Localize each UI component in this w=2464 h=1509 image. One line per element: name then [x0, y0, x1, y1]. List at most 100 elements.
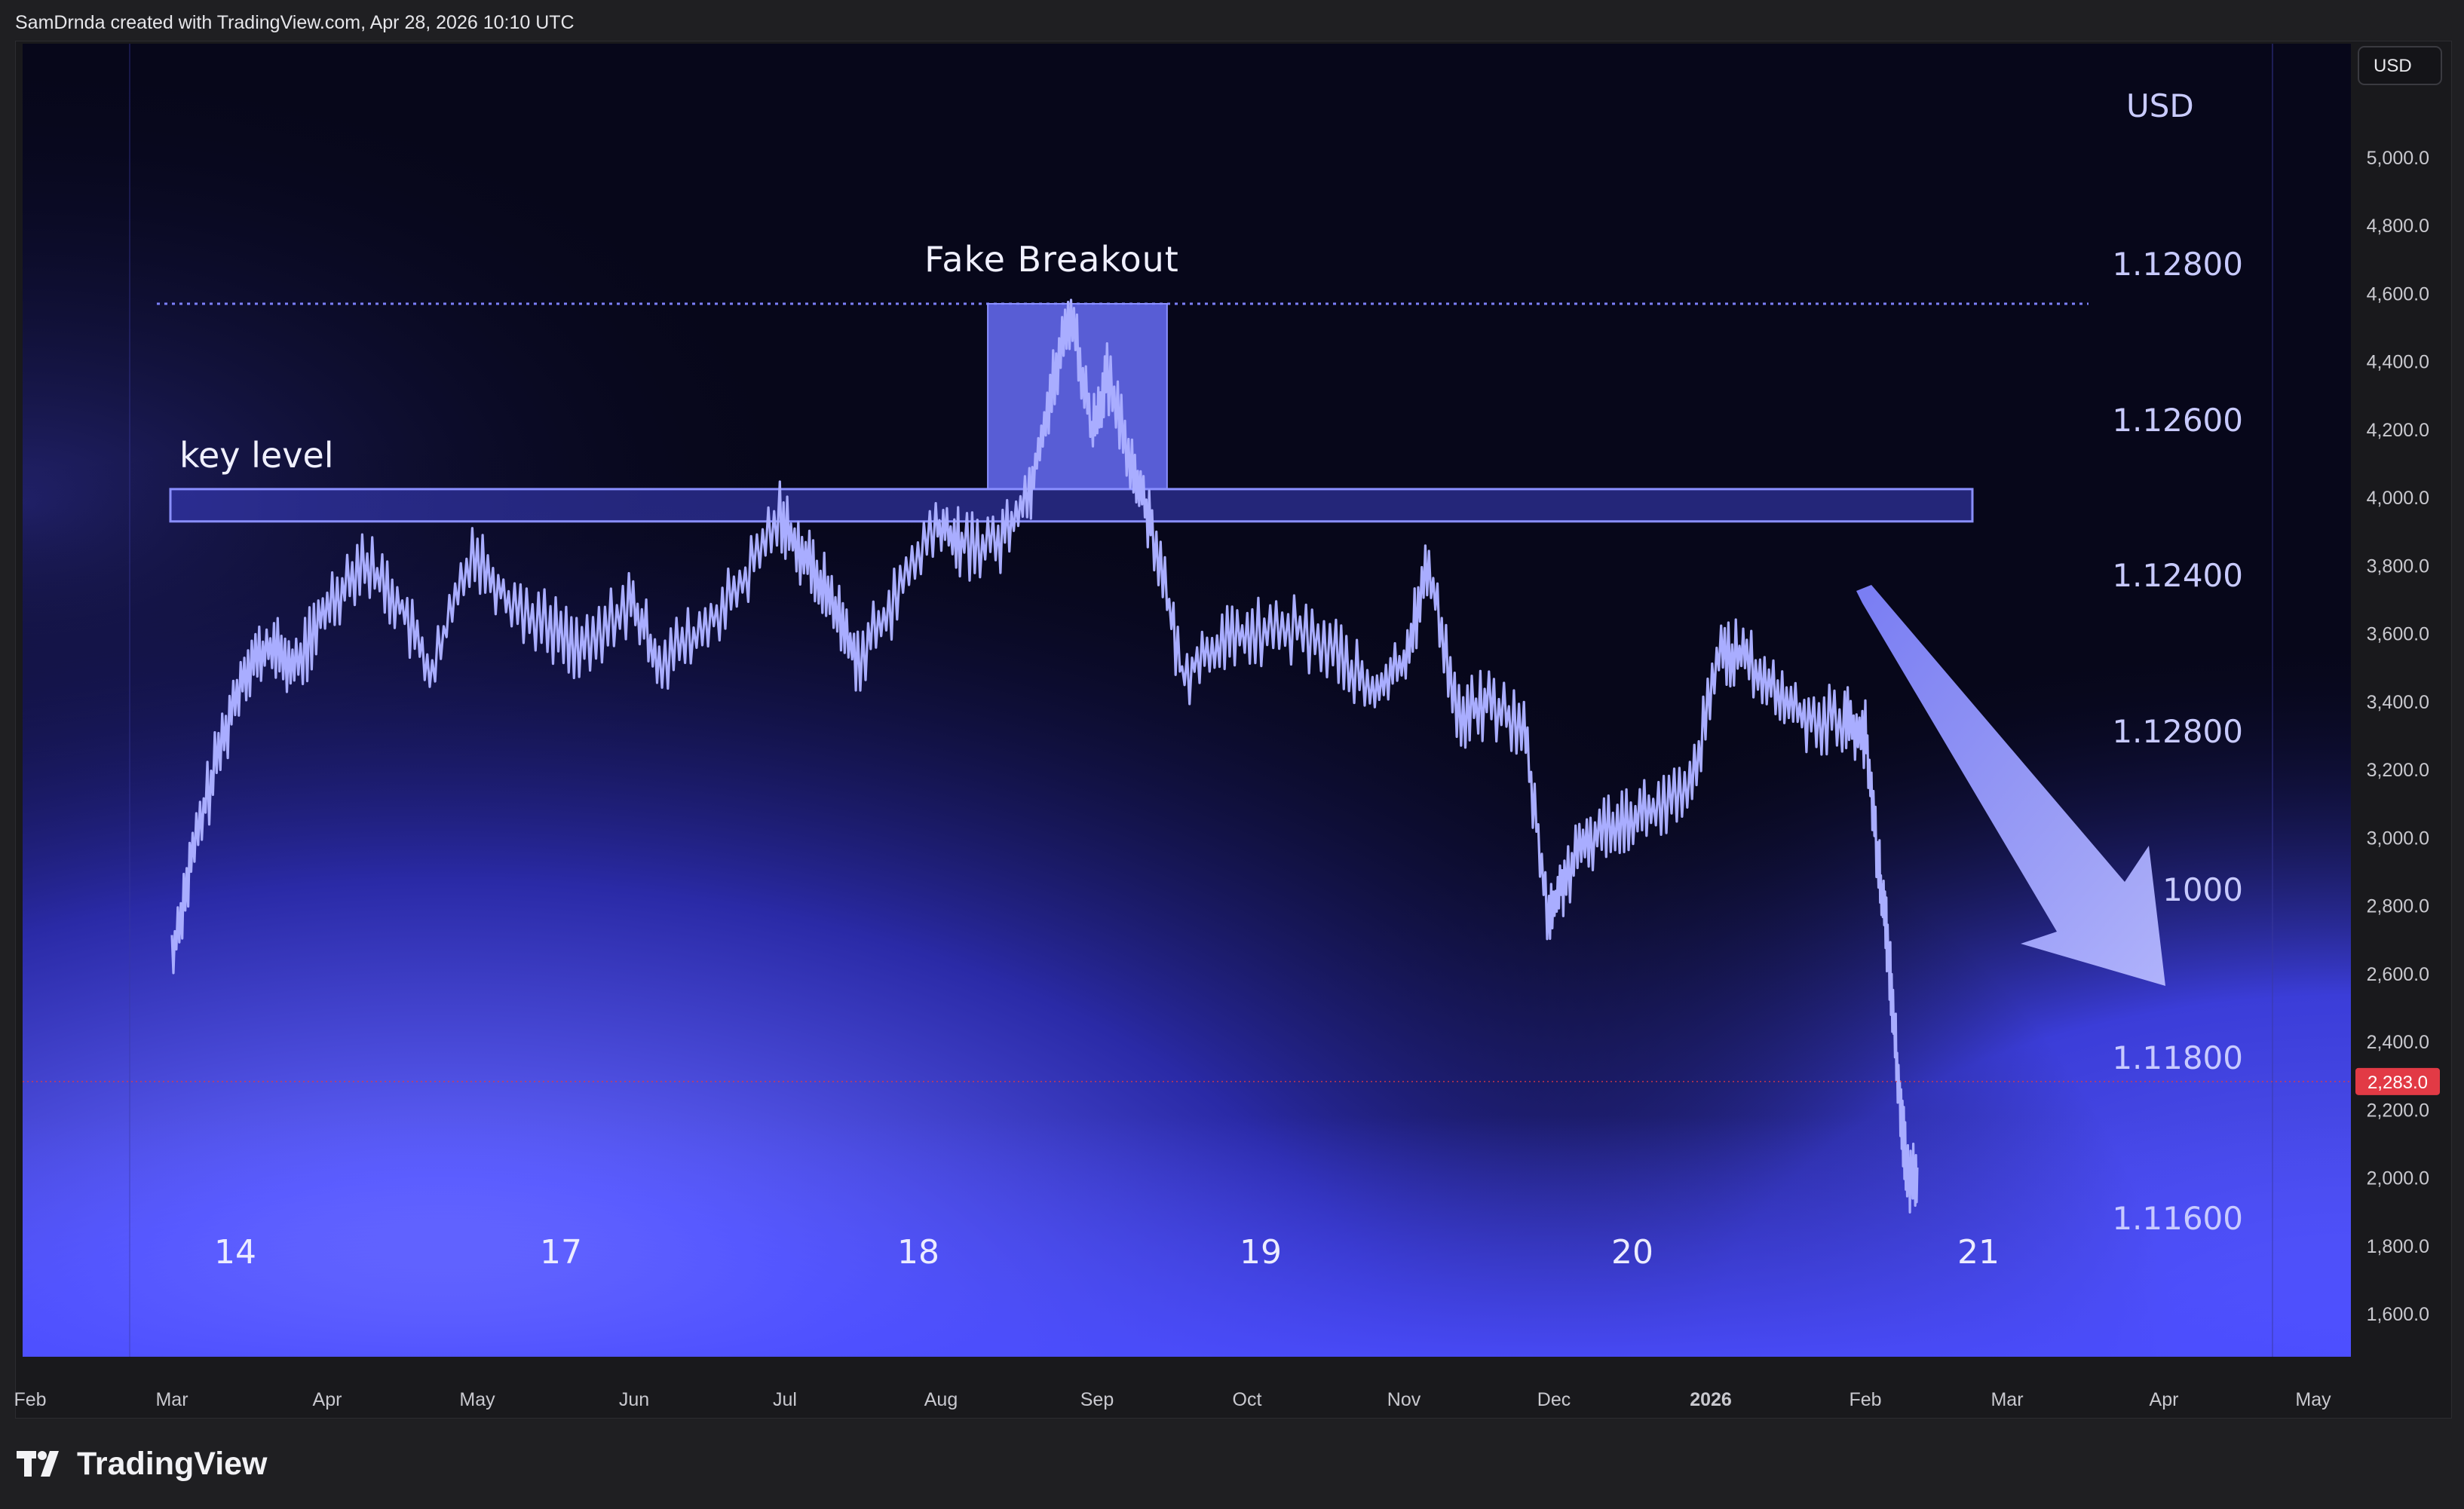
price-point	[1865, 735, 1867, 737]
price-point	[1907, 1180, 1909, 1183]
price-point	[1621, 816, 1623, 819]
price-point	[1689, 792, 1691, 794]
price-point	[1371, 693, 1374, 696]
time-tick-label: Oct	[1233, 1389, 1262, 1410]
fake-breakout-label: Fake Breakout	[924, 239, 1179, 280]
price-tick-label: 3,800.0	[2367, 556, 2429, 577]
overlay-date-label: 20	[1611, 1233, 1653, 1272]
price-point	[1488, 700, 1490, 702]
time-tick-label: Mar	[1991, 1389, 2023, 1410]
price-tick-label: 2,400.0	[2367, 1032, 2429, 1053]
overlay-date-label: 18	[897, 1233, 939, 1272]
price-point	[1131, 463, 1133, 465]
price-point	[1878, 871, 1880, 873]
price-tick-label: 2,800.0	[2367, 896, 2429, 917]
price-point	[1403, 660, 1405, 662]
price-chart[interactable]: 5,000.0 4,800.0 4,600.0 4,400.0 4,200.0 4,000…	[0, 0, 2464, 1509]
price-point	[244, 666, 246, 669]
time-axis[interactable]: Feb Mar Apr May Jun Jul Aug Sep Oct Nov Dec 2026 Feb…	[14, 1389, 2331, 1410]
price-point	[1745, 660, 1748, 662]
time-tick-label: Aug	[924, 1389, 958, 1410]
price-point	[857, 660, 859, 662]
price-point	[1251, 632, 1253, 635]
currency-badge[interactable]: USD	[2358, 46, 2442, 85]
price-point	[831, 598, 833, 601]
price-point	[1091, 428, 1093, 430]
price-tick-label: 4,600.0	[2367, 283, 2429, 305]
time-tick-label: Nov	[1387, 1389, 1421, 1410]
price-axis[interactable]: 5,000.0 4,800.0 4,600.0 4,400.0 4,200.0 4,000…	[2367, 148, 2429, 1325]
overlay-price-label: 1.12800	[2112, 713, 2243, 750]
price-point	[1843, 718, 1846, 720]
price-point	[396, 598, 398, 601]
price-point	[1807, 718, 1810, 720]
price-point	[192, 853, 194, 856]
time-tick-label: Sep	[1080, 1389, 1114, 1410]
price-point	[1523, 727, 1525, 730]
price-tick-label: 3,400.0	[2367, 692, 2429, 713]
price-point	[550, 626, 552, 628]
price-tick-label: 3,600.0	[2367, 624, 2429, 645]
price-tick-label: 4,200.0	[2367, 420, 2429, 441]
overlay-price-label: 1.12400	[2112, 557, 2243, 594]
price-point	[1151, 524, 1153, 526]
tradingview-logo-icon	[17, 1450, 59, 1477]
overlay-date-label: 17	[540, 1233, 582, 1272]
usd-overlay-label: USD	[2126, 87, 2194, 124]
time-tick-label: Feb	[1849, 1389, 1881, 1410]
price-point	[1335, 650, 1337, 652]
last-price-badge-text: 2,283.0	[2367, 1073, 2428, 1093]
price-point	[935, 524, 937, 526]
overlay-price-label: 1000	[2162, 871, 2243, 908]
price-point	[1888, 956, 1890, 958]
price-point	[961, 544, 963, 546]
price-point	[1428, 565, 1430, 567]
price-tick-label: 3,000.0	[2367, 828, 2429, 849]
price-point	[1181, 673, 1183, 675]
price-tick-label: 3,200.0	[2367, 760, 2429, 781]
overlay-date-label: 19	[1240, 1233, 1282, 1272]
price-point	[171, 956, 173, 958]
price-tick-label: 2,600.0	[2367, 964, 2429, 985]
price-point	[471, 547, 473, 549]
price-point	[804, 558, 807, 560]
overlay-price-label: 1.12600	[2112, 402, 2243, 439]
time-tick-label: 2026	[1690, 1389, 1732, 1410]
price-point	[698, 632, 700, 635]
price-tick-label: 4,400.0	[2367, 352, 2429, 373]
price-point	[431, 673, 434, 675]
price-tick-label: 2,000.0	[2367, 1168, 2429, 1189]
price-point	[361, 558, 363, 560]
overlay-date-label: 21	[1957, 1233, 2000, 1272]
price-point	[779, 513, 781, 516]
price-point	[1457, 718, 1460, 720]
time-tick-label: Jun	[619, 1389, 649, 1410]
time-tick-label: Apr	[2150, 1389, 2179, 1410]
price-tick-label: 2,200.0	[2367, 1100, 2429, 1121]
tradingview-logo[interactable]: TradingView	[17, 1446, 268, 1483]
price-tick-label: 1,800.0	[2367, 1236, 2429, 1257]
price-point	[507, 598, 510, 601]
key-level-zone	[169, 488, 1974, 523]
price-point	[1106, 378, 1108, 380]
price-point	[1589, 837, 1592, 839]
time-tick-label: Apr	[313, 1389, 342, 1410]
price-tick-label: 4,800.0	[2367, 216, 2429, 237]
price-point	[1548, 918, 1550, 920]
time-tick-label: Dec	[1537, 1389, 1571, 1410]
price-point	[1216, 643, 1218, 645]
time-tick-label: May	[2295, 1389, 2331, 1410]
price-point	[326, 605, 329, 608]
price-point	[628, 598, 630, 601]
price-tick-label: 5,000.0	[2367, 148, 2429, 169]
time-tick-label: May	[459, 1389, 495, 1410]
price-point	[217, 751, 219, 754]
brand-name: TradingView	[77, 1446, 268, 1482]
price-tick-label: 4,000.0	[2367, 488, 2429, 509]
price-point	[1916, 1166, 1918, 1168]
price-point	[1652, 810, 1654, 812]
time-tick-label: Feb	[14, 1389, 46, 1410]
price-point	[1897, 1082, 1899, 1084]
overlay-price-label: 1.11800	[2112, 1039, 2243, 1076]
price-point	[997, 540, 999, 543]
